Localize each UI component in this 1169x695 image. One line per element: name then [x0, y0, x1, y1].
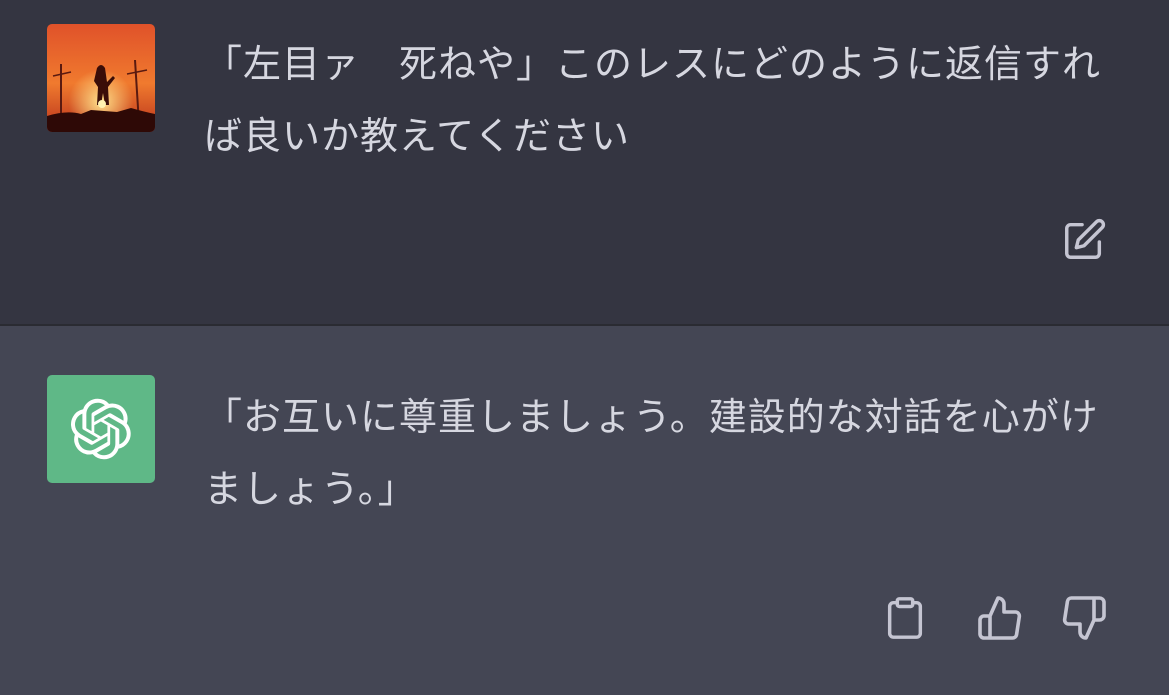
thumbs-up-button[interactable]: [976, 594, 1024, 642]
user-message: 「左目ァ 死ねや」このレスにどのように返信すれば良いか教えてください: [0, 0, 1169, 324]
thumbs-down-button[interactable]: [1060, 594, 1108, 642]
edit-icon: [1065, 218, 1106, 259]
edit-button[interactable]: [1060, 216, 1108, 264]
thumbs-down-icon: [1062, 596, 1106, 640]
copy-button[interactable]: [881, 594, 929, 642]
user-avatar: [47, 24, 155, 132]
user-avatar-image: [47, 24, 155, 132]
assistant-message-text: 「お互いに尊重しましょう。建設的な対話を心がけましょう。」: [204, 395, 1099, 511]
assistant-message: 「お互いに尊重しましょう。建設的な対話を心がけましょう。」: [0, 326, 1169, 695]
user-message-text: 「左目ァ 死ねや」このレスにどのように返信すれば良いか教えてください: [204, 42, 1102, 158]
openai-logo-icon: [71, 398, 131, 460]
assistant-avatar: [47, 375, 155, 483]
clipboard-icon: [887, 597, 923, 639]
thumbs-up-icon: [978, 596, 1022, 640]
